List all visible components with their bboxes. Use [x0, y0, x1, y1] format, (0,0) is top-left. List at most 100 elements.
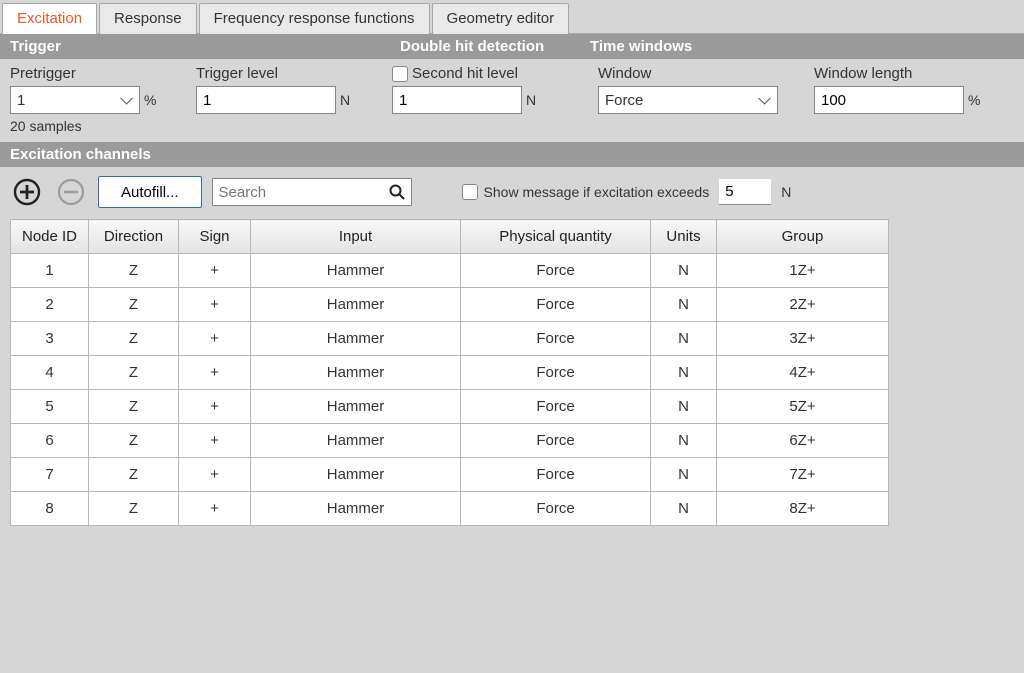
input-cell[interactable]: Hammer	[251, 254, 461, 288]
sign-cell[interactable]: +	[179, 356, 251, 390]
tab-frf[interactable]: Frequency response functions	[199, 3, 430, 34]
trigger-level-label: Trigger level	[196, 65, 376, 82]
second-hit-checkbox[interactable]	[392, 66, 408, 82]
pretrigger-select[interactable]: 1	[10, 86, 140, 114]
units-cell[interactable]: N	[651, 356, 717, 390]
table-row[interactable]: 1Z+HammerForceN1Z+	[11, 254, 889, 288]
physical-quantity-cell[interactable]: Force	[461, 492, 651, 526]
direction-cell[interactable]: Z	[89, 356, 179, 390]
input-cell[interactable]: Hammer	[251, 458, 461, 492]
group-cell[interactable]: 3Z+	[717, 322, 889, 356]
units-cell[interactable]: N	[651, 322, 717, 356]
node-id-cell[interactable]: 2	[11, 288, 89, 322]
sign-cell[interactable]: +	[179, 322, 251, 356]
direction-cell[interactable]: Z	[89, 322, 179, 356]
physical-quantity-cell[interactable]: Force	[461, 254, 651, 288]
group-cell[interactable]: 7Z+	[717, 458, 889, 492]
window-length-input[interactable]	[814, 86, 964, 114]
physical-quantity-cell[interactable]: Force	[461, 288, 651, 322]
node-id-cell[interactable]: 5	[11, 390, 89, 424]
pretrigger-note: 20 samples	[10, 118, 180, 134]
col-physical-quantity[interactable]: Physical quantity	[461, 220, 651, 254]
group-cell[interactable]: 8Z+	[717, 492, 889, 526]
col-node-id[interactable]: Node ID	[11, 220, 89, 254]
field-trigger-level: Trigger level N	[196, 65, 376, 114]
node-id-cell[interactable]: 8	[11, 492, 89, 526]
units-cell[interactable]: N	[651, 390, 717, 424]
input-cell[interactable]: Hammer	[251, 356, 461, 390]
physical-quantity-cell[interactable]: Force	[461, 458, 651, 492]
tab-response[interactable]: Response	[99, 3, 197, 34]
minus-circle-icon	[56, 177, 86, 207]
table-row[interactable]: 7Z+HammerForceN7Z+	[11, 458, 889, 492]
direction-cell[interactable]: Z	[89, 492, 179, 526]
node-id-cell[interactable]: 4	[11, 356, 89, 390]
add-channel-button[interactable]	[10, 175, 44, 209]
section-time-windows-label: Time windows	[590, 38, 692, 55]
sign-cell[interactable]: +	[179, 424, 251, 458]
table-row[interactable]: 3Z+HammerForceN3Z+	[11, 322, 889, 356]
col-units[interactable]: Units	[651, 220, 717, 254]
tab-geometry-editor[interactable]: Geometry editor	[432, 3, 570, 34]
group-cell[interactable]: 1Z+	[717, 254, 889, 288]
physical-quantity-cell[interactable]: Force	[461, 424, 651, 458]
table-row[interactable]: 6Z+HammerForceN6Z+	[11, 424, 889, 458]
excitation-channels-table: Node ID Direction Sign Input Physical qu…	[10, 219, 889, 526]
sign-cell[interactable]: +	[179, 390, 251, 424]
table-row[interactable]: 5Z+HammerForceN5Z+	[11, 390, 889, 424]
units-cell[interactable]: N	[651, 288, 717, 322]
input-cell[interactable]: Hammer	[251, 492, 461, 526]
input-cell[interactable]: Hammer	[251, 424, 461, 458]
col-group[interactable]: Group	[717, 220, 889, 254]
search-input[interactable]	[212, 178, 412, 206]
table-row[interactable]: 4Z+HammerForceN4Z+	[11, 356, 889, 390]
exceeds-checkbox[interactable]	[462, 184, 478, 200]
sign-cell[interactable]: +	[179, 492, 251, 526]
physical-quantity-cell[interactable]: Force	[461, 322, 651, 356]
exceeds-value-input[interactable]	[719, 179, 771, 205]
tab-excitation[interactable]: Excitation	[2, 3, 97, 34]
col-input[interactable]: Input	[251, 220, 461, 254]
sign-cell[interactable]: +	[179, 458, 251, 492]
exceeds-unit: N	[781, 184, 791, 200]
sign-cell[interactable]: +	[179, 288, 251, 322]
group-cell[interactable]: 4Z+	[717, 356, 889, 390]
exceeds-option: Show message if excitation exceeds N	[462, 179, 792, 205]
pretrigger-label: Pretrigger	[10, 65, 180, 82]
group-cell[interactable]: 6Z+	[717, 424, 889, 458]
node-id-cell[interactable]: 6	[11, 424, 89, 458]
units-cell[interactable]: N	[651, 458, 717, 492]
node-id-cell[interactable]: 7	[11, 458, 89, 492]
units-cell[interactable]: N	[651, 492, 717, 526]
direction-cell[interactable]: Z	[89, 254, 179, 288]
group-cell[interactable]: 5Z+	[717, 390, 889, 424]
input-cell[interactable]: Hammer	[251, 322, 461, 356]
pretrigger-value: 1	[17, 92, 25, 109]
second-hit-input[interactable]	[392, 86, 522, 114]
field-pretrigger: Pretrigger 1 % 20 samples	[10, 65, 180, 134]
input-cell[interactable]: Hammer	[251, 390, 461, 424]
group-cell[interactable]: 2Z+	[717, 288, 889, 322]
window-select[interactable]: Force	[598, 86, 778, 114]
trigger-level-input[interactable]	[196, 86, 336, 114]
direction-cell[interactable]: Z	[89, 288, 179, 322]
units-cell[interactable]: N	[651, 424, 717, 458]
input-cell[interactable]: Hammer	[251, 288, 461, 322]
col-sign[interactable]: Sign	[179, 220, 251, 254]
direction-cell[interactable]: Z	[89, 458, 179, 492]
excitation-toolbar: Autofill... Show message if excitation e…	[0, 167, 1024, 217]
col-direction[interactable]: Direction	[89, 220, 179, 254]
autofill-button[interactable]: Autofill...	[98, 176, 202, 208]
physical-quantity-cell[interactable]: Force	[461, 356, 651, 390]
direction-cell[interactable]: Z	[89, 424, 179, 458]
physical-quantity-cell[interactable]: Force	[461, 390, 651, 424]
sign-cell[interactable]: +	[179, 254, 251, 288]
table-header-row: Node ID Direction Sign Input Physical qu…	[11, 220, 889, 254]
table-row[interactable]: 8Z+HammerForceN8Z+	[11, 492, 889, 526]
node-id-cell[interactable]: 3	[11, 322, 89, 356]
node-id-cell[interactable]: 1	[11, 254, 89, 288]
direction-cell[interactable]: Z	[89, 390, 179, 424]
table-row[interactable]: 2Z+HammerForceN2Z+	[11, 288, 889, 322]
units-cell[interactable]: N	[651, 254, 717, 288]
window-length-unit: %	[968, 92, 980, 108]
